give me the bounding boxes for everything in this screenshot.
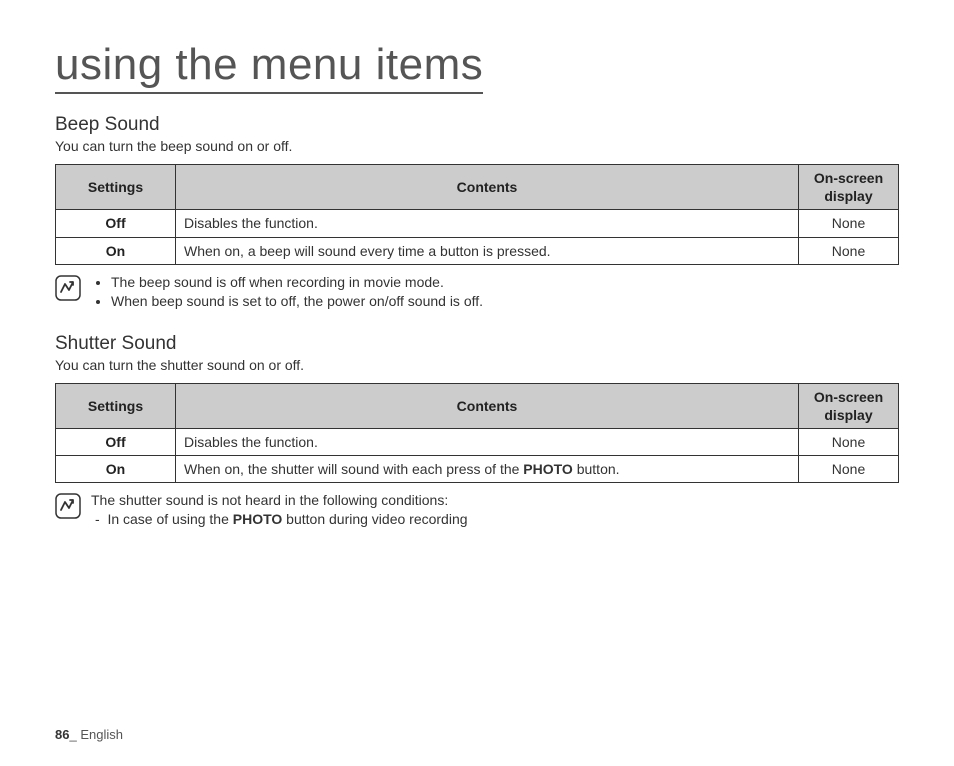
cell-setting: Off: [56, 428, 176, 455]
cell-display: None: [799, 456, 899, 483]
cell-display: None: [799, 237, 899, 264]
note-item: When beep sound is set to off, the power…: [111, 292, 483, 311]
shutter-table: Settings Contents On-screen display Off …: [55, 383, 899, 484]
section-title-beep: Beep Sound: [55, 114, 899, 136]
table-row: On When on, the shutter will sound with …: [56, 456, 899, 483]
text: button.: [573, 461, 620, 477]
text: In case of using the: [107, 511, 232, 527]
col-display: On-screen display: [799, 165, 899, 210]
cell-content: When on, a beep will sound every time a …: [176, 237, 799, 264]
note-icon: [55, 493, 81, 519]
note-item: The beep sound is off when recording in …: [111, 273, 483, 292]
section-title-shutter: Shutter Sound: [55, 333, 899, 355]
table-header-row: Settings Contents On-screen display: [56, 383, 899, 428]
note-icon: [55, 275, 81, 301]
note-shutter: The shutter sound is not heard in the fo…: [55, 491, 899, 529]
cell-setting: Off: [56, 210, 176, 237]
cell-content: Disables the function.: [176, 428, 799, 455]
cell-content: When on, the shutter will sound with eac…: [176, 456, 799, 483]
page-title: using the menu items: [55, 40, 483, 94]
note-item: - In case of using the PHOTO button duri…: [91, 510, 468, 529]
note-body: The beep sound is off when recording in …: [91, 273, 483, 311]
text: button during video recording: [282, 511, 467, 527]
bold-text: PHOTO: [523, 461, 573, 477]
col-display: On-screen display: [799, 383, 899, 428]
table-row: Off Disables the function. None: [56, 210, 899, 237]
table-row: Off Disables the function. None: [56, 428, 899, 455]
table-row: On When on, a beep will sound every time…: [56, 237, 899, 264]
footer-lang: English: [80, 727, 123, 742]
page-footer: 86_ English: [55, 727, 123, 742]
cell-content: Disables the function.: [176, 210, 799, 237]
cell-display: None: [799, 210, 899, 237]
footer-sep: _: [69, 727, 80, 742]
note-intro: The shutter sound is not heard in the fo…: [91, 491, 468, 510]
note-beep: The beep sound is off when recording in …: [55, 273, 899, 311]
col-contents: Contents: [176, 165, 799, 210]
bold-text: PHOTO: [233, 511, 283, 527]
cell-setting: On: [56, 237, 176, 264]
text: When on, the shutter will sound with eac…: [184, 461, 523, 477]
section-beep-sound: Beep Sound You can turn the beep sound o…: [55, 114, 899, 311]
note-body: The shutter sound is not heard in the fo…: [91, 491, 468, 529]
table-header-row: Settings Contents On-screen display: [56, 165, 899, 210]
page-number: 86: [55, 727, 69, 742]
beep-table: Settings Contents On-screen display Off …: [55, 164, 899, 265]
section-desc-beep: You can turn the beep sound on or off.: [55, 138, 899, 154]
col-contents: Contents: [176, 383, 799, 428]
col-settings: Settings: [56, 165, 176, 210]
cell-display: None: [799, 428, 899, 455]
section-shutter-sound: Shutter Sound You can turn the shutter s…: [55, 333, 899, 530]
cell-setting: On: [56, 456, 176, 483]
section-desc-shutter: You can turn the shutter sound on or off…: [55, 357, 899, 373]
col-settings: Settings: [56, 383, 176, 428]
